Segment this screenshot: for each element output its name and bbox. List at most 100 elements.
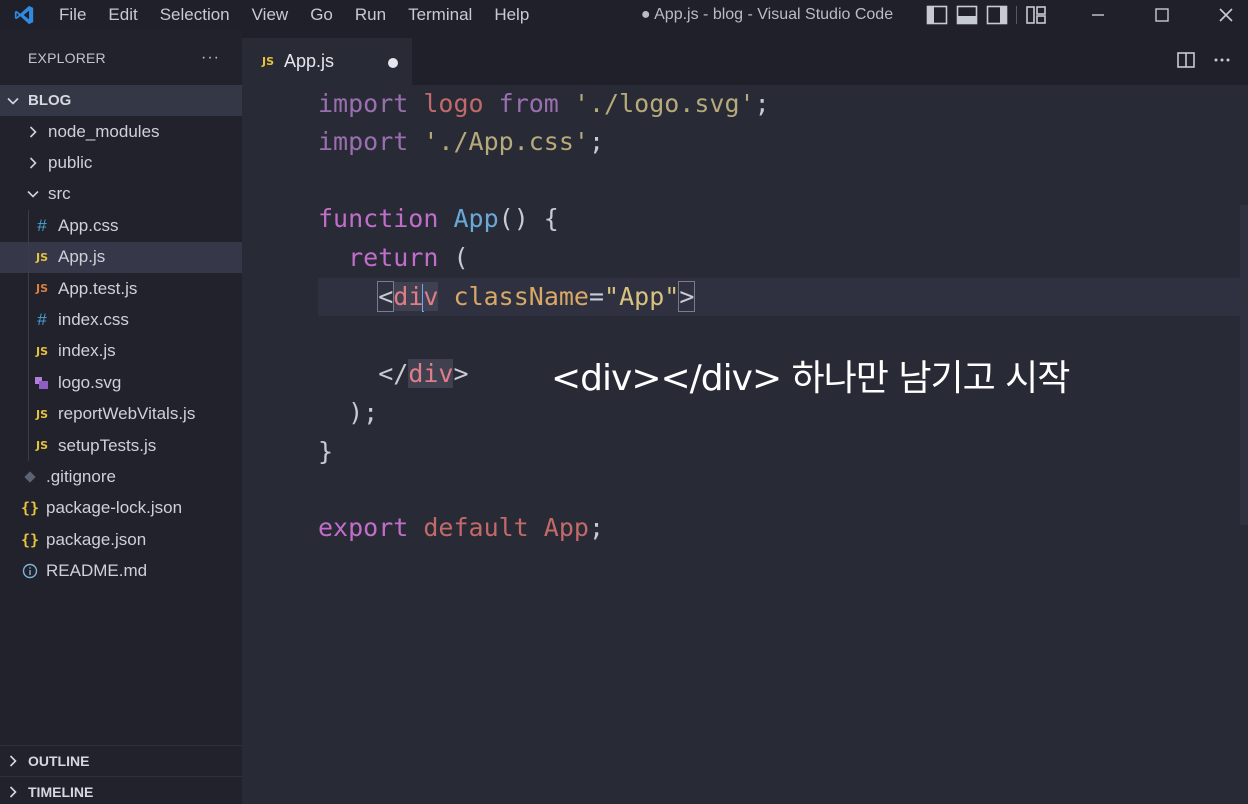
menu-edit[interactable]: Edit xyxy=(97,0,148,30)
js-file-icon: JS xyxy=(35,250,48,264)
tree-item-app-test-js[interactable]: JS App.test.js xyxy=(0,272,242,305)
explorer-more-button[interactable]: ··· xyxy=(201,49,220,67)
js-test-file-icon: JS xyxy=(35,282,48,296)
code-line-1[interactable]: import logo from './logo.svg'; xyxy=(318,85,770,123)
indent-guide xyxy=(28,367,29,399)
timeline-section[interactable]: TIMELINE xyxy=(0,776,242,804)
code-line-6[interactable]: <div className="App"> xyxy=(318,278,696,316)
semicolon: ; xyxy=(588,127,605,156)
explorer-title: EXPLORER xyxy=(28,49,106,66)
unsaved-dot-icon[interactable] xyxy=(388,58,398,68)
code-line-12[interactable]: export default App; xyxy=(318,509,604,547)
customize-layout-icon[interactable] xyxy=(1025,5,1047,25)
tree-item-label: logo.svg xyxy=(58,372,122,392)
indent-guide xyxy=(28,398,29,430)
menu-help[interactable]: Help xyxy=(483,0,540,30)
tree-item-node-modules[interactable]: node_modules xyxy=(0,116,242,147)
tree-item-package-lock[interactable]: {} package-lock.json xyxy=(0,493,242,524)
open-paren: ( xyxy=(453,243,469,272)
bracket-match-close: > xyxy=(678,281,696,312)
code-editor[interactable]: import logo from './logo.svg'; import '.… xyxy=(242,85,1248,804)
explorer-header: EXPLORER ··· xyxy=(0,30,242,85)
tree-item-label: setupTests.js xyxy=(58,435,157,455)
closing-tag-close: > xyxy=(453,359,469,388)
menu-bar: File Edit Selection View Go Run Terminal… xyxy=(48,0,540,30)
indent-guide xyxy=(28,429,29,462)
more-actions-icon[interactable] xyxy=(1212,50,1232,75)
tree-item-label: App.js xyxy=(58,247,106,267)
code-line-8[interactable]: </div> xyxy=(318,355,469,393)
identifier-logo: logo xyxy=(423,89,484,118)
css-file-icon: # xyxy=(37,215,47,235)
tab-label: App.js xyxy=(284,51,335,71)
indent-guide xyxy=(28,241,29,273)
tree-item-package-json[interactable]: {} package.json xyxy=(0,524,242,555)
code-line-2[interactable]: import './App.css'; xyxy=(318,123,604,161)
project-name: BLOG xyxy=(28,92,72,109)
tree-item-readme[interactable]: README.md xyxy=(0,555,242,586)
tree-item-src[interactable]: src xyxy=(0,179,242,210)
tree-item-gitignore[interactable]: .gitignore xyxy=(0,461,242,492)
sidebar-bottom-panels: OUTLINE TIMELINE xyxy=(0,745,242,804)
tree-item-index-css[interactable]: # index.css xyxy=(0,304,242,336)
tree-item-label: reportWebVitals.js xyxy=(58,404,196,424)
video-caption-overlay: <div></div> 하나만 남기고 시작 xyxy=(551,358,1070,399)
chevron-down-icon xyxy=(6,94,20,108)
vscode-logo-icon[interactable] xyxy=(0,0,48,30)
css-file-icon: # xyxy=(37,310,47,330)
function-name: App xyxy=(453,204,499,233)
menu-terminal[interactable]: Terminal xyxy=(397,0,483,30)
tree-item-label: package.json xyxy=(46,529,147,549)
project-folder-header[interactable]: BLOG xyxy=(0,85,242,116)
code-line-10[interactable]: } xyxy=(318,433,333,471)
layout-controls xyxy=(926,0,1047,30)
jsx-attribute-name: className xyxy=(453,282,589,311)
export-identifier: App xyxy=(543,513,589,542)
tree-item-label: public xyxy=(48,153,93,173)
minimize-button[interactable] xyxy=(1068,0,1128,30)
chevron-down-icon xyxy=(26,187,40,201)
js-file-icon: JS xyxy=(35,407,48,421)
json-file-icon: {} xyxy=(20,499,40,518)
string-logo-path: './logo.svg' xyxy=(573,89,755,118)
editor-scrollbar[interactable] xyxy=(1240,205,1248,525)
tree-item-logo-svg[interactable]: logo.svg xyxy=(0,367,242,399)
tree-item-public[interactable]: public xyxy=(0,147,242,178)
tree-item-index-js[interactable]: JS index.js xyxy=(0,335,242,368)
outline-label: OUTLINE xyxy=(28,753,90,769)
tree-item-label: node_modules xyxy=(48,121,160,141)
tree-item-app-css[interactable]: # App.css xyxy=(0,210,242,242)
keyword-from: from xyxy=(498,89,559,118)
jsx-tag-name-part-2: v xyxy=(423,282,439,311)
timeline-label: TIMELINE xyxy=(28,784,94,800)
code-line-5[interactable]: return ( xyxy=(318,239,469,277)
keyword-default: default xyxy=(423,513,529,542)
semicolon: ; xyxy=(588,513,605,542)
code-line-4[interactable]: function App() { xyxy=(318,200,559,238)
split-editor-icon[interactable] xyxy=(1176,50,1196,75)
tree-item-label: index.css xyxy=(58,310,129,330)
outline-section[interactable]: OUTLINE xyxy=(0,745,242,776)
menu-run[interactable]: Run xyxy=(344,0,397,30)
jsx-tag-name-part-1: di xyxy=(393,282,424,311)
maximize-button[interactable] xyxy=(1132,0,1192,30)
tree-item-app-js[interactable]: JS App.js xyxy=(0,241,242,273)
toggle-secondary-sidebar-icon[interactable] xyxy=(986,5,1008,25)
tab-app-js[interactable]: JS App.js xyxy=(242,38,412,85)
function-close: } xyxy=(318,437,334,466)
menu-go[interactable]: Go xyxy=(299,0,344,30)
tree-item-setup-tests[interactable]: JS setupTests.js xyxy=(0,429,242,462)
menu-view[interactable]: View xyxy=(241,0,300,30)
indent-guide xyxy=(28,272,29,305)
close-window-button[interactable] xyxy=(1196,0,1248,30)
js-file-icon: JS xyxy=(35,439,48,453)
menu-selection[interactable]: Selection xyxy=(149,0,241,30)
toggle-panel-icon[interactable] xyxy=(956,5,978,25)
js-file-icon: JS xyxy=(35,344,48,358)
tree-item-label: src xyxy=(48,184,71,204)
code-line-9[interactable]: ); xyxy=(318,394,378,432)
tree-item-report-web-vitals[interactable]: JS reportWebVitals.js xyxy=(0,398,242,430)
menu-file[interactable]: File xyxy=(48,0,97,30)
indent-guide xyxy=(28,335,29,368)
toggle-primary-sidebar-icon[interactable] xyxy=(926,5,948,25)
